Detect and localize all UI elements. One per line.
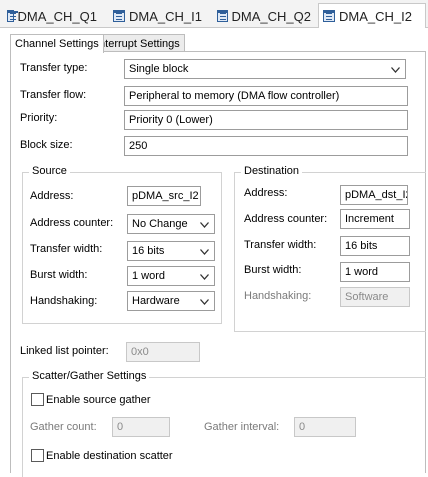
transfer-flow-label: Transfer flow: bbox=[20, 89, 87, 101]
tab-label: Channel Settings bbox=[15, 38, 99, 50]
editor-tab-dma-ch-i2[interactable]: DMA_CH_I2 bbox=[318, 3, 426, 28]
dma-config-icon bbox=[113, 10, 125, 22]
destination-transfer-width-value: 16 bits bbox=[345, 240, 378, 252]
transfer-flow-field[interactable]: Peripheral to memory (DMA flow controlle… bbox=[124, 86, 408, 106]
destination-handshaking-label: Handshaking: bbox=[244, 290, 312, 302]
source-burst-width-value: 1 word bbox=[132, 270, 166, 282]
chevron-down-icon bbox=[389, 63, 402, 76]
destination-address-input[interactable]: pDMA_dst_I2 bbox=[340, 185, 408, 205]
dma-config-icon bbox=[323, 10, 335, 22]
source-address-counter-value: No Change bbox=[132, 218, 188, 230]
tab-channel-settings[interactable]: Channel Settings bbox=[10, 34, 104, 53]
block-size-input[interactable]: 250 bbox=[124, 136, 408, 156]
transfer-flow-value: Peripheral to memory (DMA flow controlle… bbox=[129, 90, 340, 102]
source-address-input[interactable]: pDMA_src_I2 bbox=[127, 186, 201, 206]
block-size-value: 250 bbox=[129, 140, 148, 152]
enable-source-gather-label: Enable source gather bbox=[46, 394, 151, 406]
source-handshaking-select[interactable]: Hardware bbox=[127, 291, 215, 311]
gather-count-label: Gather count: bbox=[30, 421, 97, 433]
destination-transfer-width-select[interactable]: 16 bits bbox=[340, 236, 410, 256]
source-transfer-width-select[interactable]: 16 bits bbox=[127, 241, 215, 261]
priority-value: Priority 0 (Lower) bbox=[129, 114, 213, 126]
destination-burst-width-select[interactable]: 1 word bbox=[340, 262, 410, 282]
source-address-value: pDMA_src_I2 bbox=[132, 190, 199, 202]
editor-tab-label: DMA_CH_Q2 bbox=[231, 8, 311, 24]
editor-tab-dma-ch-q1[interactable]: DMA_CH_Q1 bbox=[2, 3, 98, 28]
gather-interval-value: 0 bbox=[299, 421, 306, 433]
source-handshaking-label: Handshaking: bbox=[30, 295, 98, 307]
source-group-title: Source bbox=[29, 165, 70, 177]
destination-address-counter-label: Address counter: bbox=[244, 213, 328, 225]
destination-address-label: Address: bbox=[244, 187, 288, 199]
destination-handshaking-select[interactable]: Software bbox=[340, 287, 410, 307]
chevron-down-icon bbox=[198, 218, 211, 231]
enable-destination-scatter-label: Enable destination scatter bbox=[46, 450, 173, 462]
destination-burst-width-value: 1 word bbox=[345, 266, 379, 278]
enable-destination-scatter-checkbox[interactable] bbox=[31, 449, 44, 462]
source-address-counter-label: Address counter: bbox=[30, 217, 114, 229]
gather-interval-label: Gather interval: bbox=[204, 421, 280, 433]
dma-config-icon bbox=[7, 10, 18, 22]
block-size-label: Block size: bbox=[20, 139, 73, 151]
scatter-gather-title: Scatter/Gather Settings bbox=[29, 370, 150, 382]
chevron-down-icon bbox=[198, 295, 211, 308]
gather-count-input[interactable]: 0 bbox=[112, 417, 170, 437]
source-burst-width-select[interactable]: 1 word bbox=[127, 266, 215, 286]
editor-tab-label: DMA_CH_I2 bbox=[339, 8, 412, 24]
editor-tab-dma-ch-q2[interactable]: DMA_CH_Q2 bbox=[212, 3, 312, 28]
editor-tab-bar: DMA_CH_Q1 DMA_CH_I1 DMA_CH_Q2 DMA_CH_I2 bbox=[0, 0, 428, 28]
source-burst-width-label: Burst width: bbox=[30, 269, 88, 281]
editor-tab-dma-ch-i1[interactable]: DMA_CH_I1 bbox=[108, 3, 204, 28]
linked-list-pointer-input[interactable]: 0x0 bbox=[126, 342, 200, 362]
gather-count-value: 0 bbox=[117, 421, 124, 433]
enable-source-gather-checkbox[interactable] bbox=[31, 393, 44, 406]
transfer-type-select[interactable]: Single block bbox=[124, 59, 406, 79]
source-transfer-width-value: 16 bits bbox=[132, 245, 165, 257]
chevron-down-icon bbox=[198, 245, 211, 258]
destination-address-value: pDMA_dst_I2 bbox=[345, 189, 408, 201]
tab-label: Interrupt Settings bbox=[96, 37, 180, 50]
transfer-type-label: Transfer type: bbox=[20, 62, 88, 74]
source-transfer-width-label: Transfer width: bbox=[30, 243, 103, 255]
gather-interval-input[interactable]: 0 bbox=[294, 417, 356, 437]
source-handshaking-value: Hardware bbox=[132, 295, 180, 307]
destination-address-counter-value: Increment bbox=[345, 213, 394, 225]
priority-label: Priority: bbox=[20, 112, 58, 124]
priority-field[interactable]: Priority 0 (Lower) bbox=[124, 110, 408, 130]
editor-tab-label: DMA_CH_Q1 bbox=[17, 8, 97, 24]
destination-address-counter-select[interactable]: Increment bbox=[340, 209, 410, 229]
linked-list-pointer-label: Linked list pointer: bbox=[20, 345, 109, 357]
source-address-counter-select[interactable]: No Change bbox=[127, 214, 215, 234]
editor-tab-label: DMA_CH_I1 bbox=[129, 8, 202, 24]
source-address-label: Address: bbox=[30, 190, 74, 202]
destination-burst-width-label: Burst width: bbox=[244, 264, 302, 276]
transfer-type-value: Single block bbox=[129, 63, 189, 75]
tab-interrupt-settings[interactable]: Interrupt Settings bbox=[91, 34, 185, 52]
dma-config-icon bbox=[217, 10, 228, 22]
chevron-down-icon bbox=[198, 270, 211, 283]
linked-list-pointer-value: 0x0 bbox=[131, 346, 149, 358]
destination-transfer-width-label: Transfer width: bbox=[244, 239, 317, 251]
destination-group-title: Destination bbox=[241, 165, 303, 177]
destination-handshaking-value: Software bbox=[345, 291, 389, 303]
